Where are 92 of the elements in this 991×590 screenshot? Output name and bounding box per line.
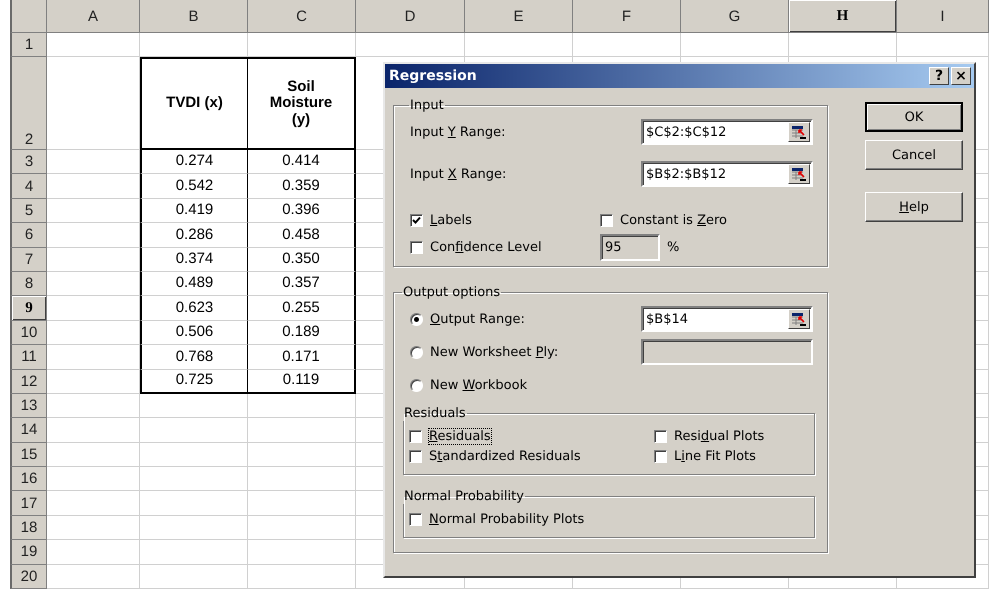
column-header[interactable]: H	[789, 0, 897, 33]
close-button[interactable]: ×	[951, 67, 971, 85]
row-header[interactable]: 15	[10, 442, 47, 468]
row-header[interactable]: 19	[10, 540, 47, 565]
row-header[interactable]: 16	[10, 467, 47, 492]
column-header[interactable]: G	[681, 0, 789, 33]
row-header[interactable]: 14	[10, 418, 47, 443]
radio-label[interactable]: New Workbook	[430, 378, 528, 392]
table-cell: 0.489	[140, 272, 248, 296]
column-header[interactable]: F	[573, 0, 681, 33]
column-header[interactable]: B	[140, 0, 248, 33]
checkbox-label[interactable]: Labels	[430, 212, 472, 228]
table-cell: 0.350	[248, 248, 356, 272]
checkbox-label[interactable]: Residual Plots	[674, 429, 764, 444]
row-header[interactable]: 4	[10, 174, 47, 199]
field-label: Input Y Range:	[410, 124, 506, 140]
checkbox-label[interactable]: Constant is Zero	[620, 212, 728, 228]
checkbox-label[interactable]: Residuals	[429, 429, 491, 444]
radio-button[interactable]	[410, 378, 423, 392]
checkbox[interactable]	[410, 214, 423, 226]
group-label: Input	[409, 98, 445, 113]
table-cell: 0.374	[140, 248, 248, 272]
group-label: Normal Probability	[403, 489, 525, 504]
row-header[interactable]: 11	[10, 345, 47, 370]
window-title: Regression	[389, 68, 477, 84]
checkbox-label[interactable]: Standardized Residuals	[429, 449, 581, 464]
cancel-button[interactable]: Cancel	[865, 140, 963, 170]
select-all-button[interactable]	[10, 0, 47, 33]
table-cell: 0.414	[248, 150, 356, 174]
column-header[interactable]: I	[897, 0, 989, 33]
table-cell: 0.396	[248, 198, 356, 224]
table-cell: 0.419	[140, 198, 248, 224]
checkbox-label[interactable]: Line Fit Plots	[674, 449, 756, 464]
unit-label: %	[667, 240, 680, 255]
table-cell: 0.274	[140, 150, 248, 174]
table-cell: 0.542	[140, 174, 248, 199]
range-picker-button[interactable]	[788, 164, 810, 184]
column-header[interactable]: C	[248, 0, 356, 33]
row-header[interactable]: 18	[10, 516, 47, 540]
table-cell: 0.286	[140, 223, 248, 248]
row-header[interactable]: 1	[10, 33, 47, 57]
grid-arrow-icon	[792, 312, 806, 326]
table-cell: 0.458	[248, 223, 356, 248]
column-header[interactable]: D	[356, 0, 465, 33]
ok-button[interactable]: OK	[865, 102, 963, 132]
checkbox[interactable]	[409, 450, 422, 463]
row-header[interactable]: 20	[10, 564, 47, 590]
table-cell: 0.255	[248, 296, 356, 321]
help-button[interactable]: Help	[865, 192, 963, 222]
row-header[interactable]: 13	[10, 394, 47, 418]
checkbox-label[interactable]: Normal Probability Plots	[429, 512, 584, 527]
checkbox[interactable]	[409, 513, 422, 526]
checkbox[interactable]	[654, 450, 667, 463]
row-header[interactable]: 8	[10, 272, 47, 296]
field-label: Input X Range:	[410, 166, 508, 182]
column-heading: Soil Moisture (y)	[248, 57, 356, 150]
row-header[interactable]: 3	[10, 150, 47, 174]
table-cell: 0.623	[140, 296, 248, 321]
row-header[interactable]: 2	[10, 57, 47, 150]
group-label: Output options	[402, 285, 502, 300]
table-cell: 0.359	[248, 174, 356, 199]
checkbox[interactable]	[600, 214, 613, 226]
table-cell: 0.189	[248, 320, 356, 346]
row-header[interactable]: 10	[10, 320, 47, 346]
row-header[interactable]: 9	[10, 296, 47, 321]
grid-arrow-icon	[792, 126, 806, 138]
range-picker-button[interactable]	[788, 309, 810, 329]
group-label: Residuals	[403, 406, 467, 421]
table-cell: 0.725	[140, 370, 248, 394]
column-header[interactable]: A	[47, 0, 140, 33]
row-header[interactable]: 12	[10, 370, 47, 394]
table-cell: 0.768	[140, 345, 248, 370]
row-header[interactable]: 6	[10, 223, 47, 248]
row-header[interactable]: 17	[10, 491, 47, 516]
column-heading: TVDI (x)	[140, 57, 248, 150]
row-header[interactable]: 7	[10, 248, 47, 272]
table-cell: 0.506	[140, 320, 248, 346]
range-field[interactable]: $B$14	[641, 306, 813, 332]
help-button[interactable]: ?	[929, 67, 949, 85]
table-cell: 0.357	[248, 272, 356, 296]
range-field[interactable]: $C$2:$C$12	[641, 119, 813, 145]
radio-label[interactable]: Output Range:	[430, 312, 525, 326]
range-picker-button[interactable]	[788, 122, 810, 142]
table-cell: 0.171	[248, 345, 356, 370]
radio-button[interactable]	[410, 312, 423, 326]
checkbox[interactable]	[654, 430, 667, 443]
grid-arrow-icon	[792, 168, 806, 180]
column-header[interactable]: E	[465, 0, 573, 33]
row-header[interactable]: 5	[10, 198, 47, 224]
checkbox[interactable]	[409, 430, 422, 443]
table-cell: 0.119	[248, 370, 356, 394]
range-field[interactable]: $B$2:$B$12	[641, 161, 813, 187]
